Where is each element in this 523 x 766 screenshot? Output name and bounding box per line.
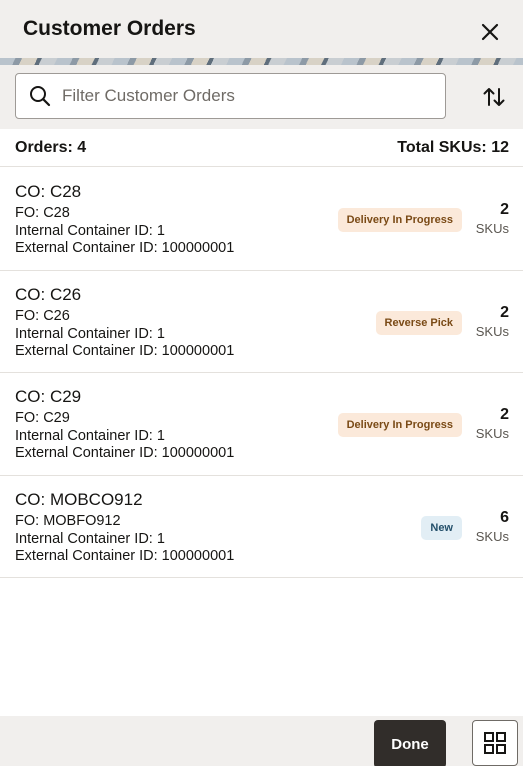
orders-count: Orders: 4 [15, 139, 87, 156]
status-badge: Reverse Pick [375, 310, 462, 335]
header-banner [0, 58, 523, 65]
search-area [0, 65, 523, 129]
sku-count: 2 [500, 303, 509, 321]
internal-container-id: Internal Container ID: 1 [15, 325, 165, 342]
page-title: Customer Orders [23, 17, 196, 40]
customer-order-id: CO: C29 [15, 387, 82, 406]
order-row[interactable]: CO: C28 FO: C28 Internal Container ID: 1… [0, 168, 523, 271]
external-container-id: External Container ID: 100000001 [15, 445, 235, 461]
internal-container-id: Internal Container ID: 1 [15, 223, 165, 239]
order-row[interactable]: CO: MOBCO912 FO: MOBFO912 Internal Conta… [0, 476, 523, 578]
header-bar: Customer Orders [0, 0, 523, 58]
internal-container-id: Internal Container ID: 1 [15, 530, 165, 547]
sku-count: 6 [500, 508, 509, 526]
order-row[interactable]: CO: C26 FO: C26 Internal Container ID: 1… [0, 271, 523, 373]
done-button[interactable]: Done [374, 720, 446, 766]
external-container-id: External Container ID: 100000001 [15, 342, 235, 359]
orders-summary: Orders: 4 Total SKUs: 12 [0, 129, 523, 167]
customer-order-id: CO: C26 [15, 284, 82, 304]
sku-count-unit: SKUs [475, 528, 509, 544]
customer-order-id: CO: MOBCO912 [15, 489, 143, 509]
status-badge: New [421, 515, 462, 540]
close-button[interactable] [472, 14, 508, 50]
search-box[interactable] [15, 73, 446, 119]
sku-count: 2 [500, 406, 509, 423]
fulfillment-order-id: FO: MOBFO912 [15, 512, 121, 529]
sku-count-unit: SKUs [475, 426, 509, 441]
sku-count-unit: SKUs [475, 221, 509, 236]
sort-icon [483, 88, 505, 106]
fulfillment-order-id: FO: C26 [15, 307, 70, 324]
sku-count: 2 [500, 201, 509, 218]
internal-container-id: Internal Container ID: 1 [15, 428, 165, 444]
external-container-id: External Container ID: 100000001 [15, 240, 235, 256]
status-badge: Delivery In Progress [337, 413, 462, 437]
sort-button[interactable] [478, 81, 510, 113]
search-icon [30, 86, 51, 107]
fulfillment-order-id: FO: C29 [15, 410, 70, 426]
order-list: CO: C28 FO: C28 Internal Container ID: 1… [0, 168, 523, 578]
fulfillment-order-id: FO: C28 [15, 205, 70, 221]
sku-count-unit: SKUs [475, 323, 509, 339]
grid-view-button[interactable] [472, 720, 518, 766]
footer-bar: Done [0, 716, 523, 766]
status-badge: Delivery In Progress [337, 208, 462, 232]
order-row[interactable]: CO: C29 FO: C29 Internal Container ID: 1… [0, 373, 523, 476]
grid-icon [484, 732, 506, 754]
search-input[interactable] [62, 80, 432, 112]
close-icon [481, 23, 499, 41]
total-skus: Total SKUs: 12 [397, 139, 509, 156]
customer-order-id: CO: C28 [15, 182, 82, 201]
external-container-id: External Container ID: 100000001 [15, 547, 235, 564]
